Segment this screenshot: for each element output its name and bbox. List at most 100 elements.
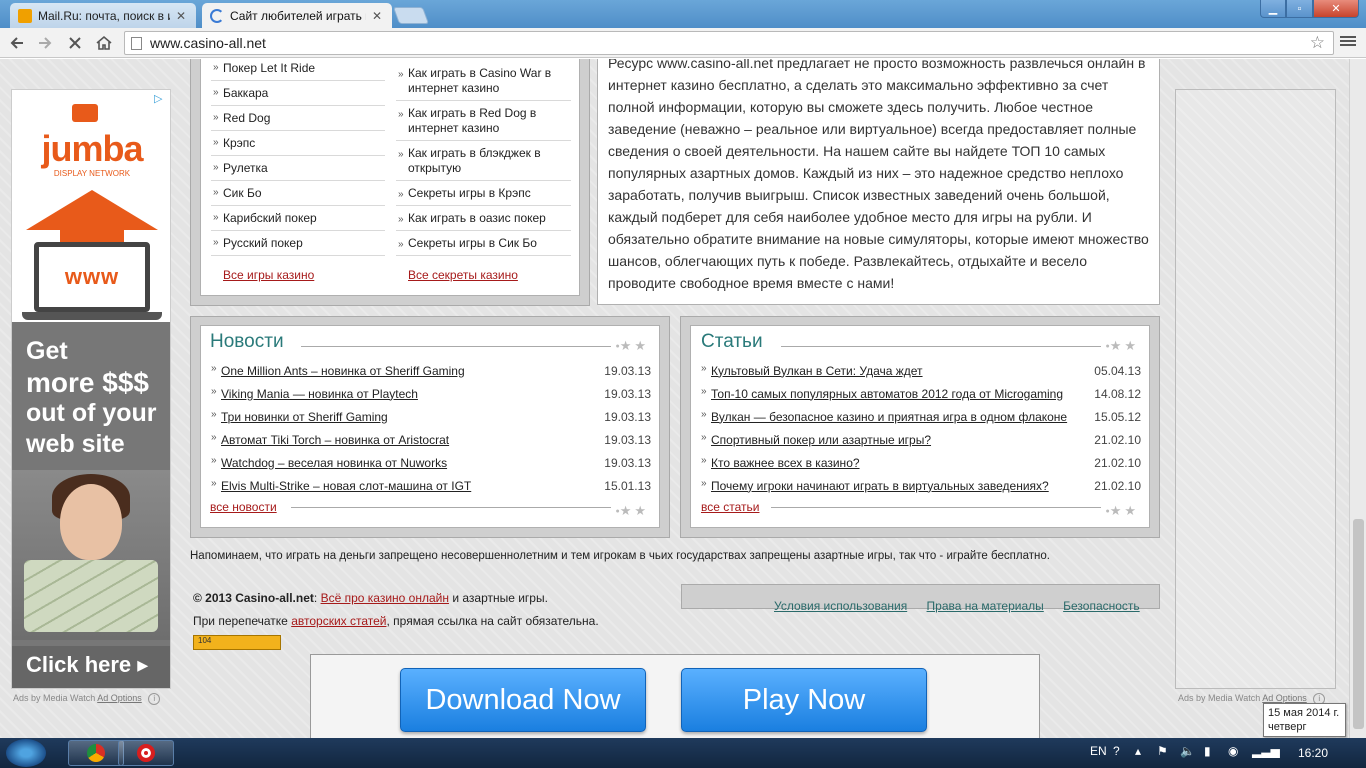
article-link[interactable]: Почему игроки начинают играть в виртуаль… <box>711 479 1049 493</box>
list-item[interactable]: Крэпс <box>211 131 385 156</box>
menu-item-label: Как играть в Red Dog в интернет казино <box>408 106 537 135</box>
copyright-colon: : <box>313 591 318 605</box>
list-item[interactable]: Русский покер <box>211 231 385 256</box>
article-link[interactable]: Спортивный покер или азартные игры? <box>711 433 931 447</box>
menu-item-label: Как играть в оазис покер <box>408 210 546 225</box>
ad-brand-sub: DISPLAY NETWORK <box>53 169 131 178</box>
home-button[interactable] <box>93 32 115 54</box>
menu-item-label: Секреты игры в Крэпс <box>408 185 531 200</box>
all-articles-link[interactable]: все статьи <box>701 500 759 514</box>
article-link[interactable]: Вулкан — безопасное казино и приятная иг… <box>711 410 1067 424</box>
taskbar-chrome[interactable] <box>68 740 124 766</box>
list-item[interactable]: Как играть в Casino War в интернет казин… <box>396 61 571 101</box>
news-link[interactable]: Watchdog – веселая новинка от Nuworks <box>221 456 447 470</box>
copyright-suffix: и азартные игры. <box>452 591 548 605</box>
flag-icon[interactable]: ⚑ <box>1157 744 1168 758</box>
opera-icon <box>137 744 155 762</box>
play-now-button[interactable]: Play Now <box>681 668 927 732</box>
stop-button[interactable] <box>64 32 86 54</box>
scrollbar-thumb[interactable] <box>1353 519 1364 729</box>
news-link[interactable]: One Million Ants – новинка от Sheriff Ga… <box>221 364 465 378</box>
close-tab-icon[interactable]: ✕ <box>372 9 382 23</box>
signal-icon[interactable]: ▂▃▅ <box>1252 744 1280 758</box>
news-link[interactable]: Три новинки от Sheriff Gaming <box>221 410 388 424</box>
new-tab-button[interactable] <box>392 7 430 24</box>
list-item[interactable]: Секреты игры в Сик Бо <box>396 231 571 256</box>
menu-item-label: Русский покер <box>223 236 303 250</box>
articles-box: Статьи ●★★ Культовый Вулкан в Сети: Удач… <box>690 325 1150 528</box>
article-date: 05.04.13 <box>1094 363 1141 378</box>
address-bar[interactable]: www.casino-all.net ☆ <box>124 31 1334 55</box>
language-indicator[interactable]: EN <box>1090 744 1107 758</box>
ad-options-link[interactable]: Ad Options <box>97 693 142 703</box>
rights-link[interactable]: Права на материалы <box>927 599 1044 613</box>
security-link[interactable]: Безопасность <box>1063 599 1140 613</box>
clock[interactable]: 16:20 <box>1298 746 1328 760</box>
close-window-button[interactable]: ✕ <box>1313 0 1359 18</box>
menu-item-label: Покер Let It Ride <box>223 61 316 75</box>
all-secrets-link[interactable]: Все секреты казино <box>408 268 518 282</box>
stop-icon <box>69 37 81 49</box>
list-item[interactable]: Как играть в блэкджек в открытую <box>396 141 571 181</box>
url-text: www.casino-all.net <box>150 35 266 51</box>
list-item[interactable]: Карибский покер <box>211 206 385 231</box>
menu-item-label: Как играть в Casino War в интернет казин… <box>408 66 552 95</box>
forward-button[interactable] <box>34 32 56 54</box>
list-item[interactable]: Баккара <box>211 81 385 106</box>
list-item[interactable]: Как играть в оазис покер <box>396 206 571 231</box>
ad-options-link[interactable]: Ad Options <box>1262 693 1307 703</box>
jumba-logo-icon <box>72 104 98 122</box>
article-link[interactable]: Кто важнее всех в казино? <box>711 456 860 470</box>
network-icon[interactable]: ◉ <box>1228 744 1238 758</box>
list-item[interactable]: Покер Let It Ride <box>211 59 385 81</box>
intro-panel: Ресурс www.casino-all.net предлагает не … <box>597 59 1160 305</box>
list-item[interactable]: Red Dog <box>211 106 385 131</box>
click-here-button[interactable]: Click here ▸ <box>12 646 170 688</box>
news-link[interactable]: Elvis Multi-Strike – новая слот-машина о… <box>221 479 471 493</box>
bookmark-star-icon[interactable]: ☆ <box>1310 33 1325 53</box>
windows-taskbar: EN ? ▴ ⚑ 🔈 ▮ ◉ ▂▃▅ 16:20 <box>0 738 1366 768</box>
list-item[interactable]: Сик Бо <box>211 181 385 206</box>
news-date: 19.03.13 <box>604 455 651 470</box>
left-ad-label: Ads by Media Watch Ad Options i <box>13 693 161 705</box>
taskbar-opera[interactable] <box>118 740 174 766</box>
author-articles-link[interactable]: авторских статей <box>291 614 386 628</box>
help-icon[interactable]: ? <box>1113 744 1120 758</box>
all-news-link[interactable]: все новости <box>210 500 277 514</box>
all-games-link[interactable]: Все игры казино <box>223 268 314 282</box>
page-scrollbar[interactable] <box>1349 59 1366 738</box>
list-item: Топ-10 самых популярных автоматов 2012 г… <box>701 382 1141 405</box>
secrets-list: Как играть в Casino War в интернет казин… <box>396 61 571 256</box>
tab-mailru[interactable]: Mail.Ru: почта, поиск в и ✕ <box>10 3 196 28</box>
chrome-menu-button[interactable] <box>1340 34 1356 50</box>
list-item[interactable]: Рулетка <box>211 156 385 181</box>
stars-icon: ●★★ <box>1105 503 1139 518</box>
visitor-counter[interactable]: 104 <box>193 635 281 650</box>
tab-casino[interactable]: Сайт любителей играть в ✕ <box>202 3 392 28</box>
volume-icon[interactable]: 🔈 <box>1180 744 1195 758</box>
chevron-up-icon[interactable]: ▴ <box>1135 744 1141 758</box>
list-item: One Million Ants – новинка от Sheriff Ga… <box>211 359 651 382</box>
about-casino-link[interactable]: Всё про казино онлайн <box>321 591 449 605</box>
laptop-screen-text: www <box>64 264 120 289</box>
article-link[interactable]: Культовый Вулкан в Сети: Удача ждет <box>711 364 923 378</box>
download-now-button[interactable]: Download Now <box>400 668 646 732</box>
left-banner-ad[interactable]: ▷ jumba DISPLAY NETWORK www Get more $$$… <box>11 89 171 689</box>
list-item[interactable]: Как играть в Red Dog в интернет казино <box>396 101 571 141</box>
news-link[interactable]: Viking Mania — новинка от Playtech <box>221 387 418 401</box>
minimize-button[interactable]: ▁ <box>1260 0 1286 18</box>
power-icon[interactable]: ▮ <box>1204 744 1211 758</box>
info-icon[interactable]: i <box>148 693 161 705</box>
right-banner-ad[interactable] <box>1175 89 1336 689</box>
article-link[interactable]: Топ-10 самых популярных автоматов 2012 г… <box>711 387 1063 401</box>
back-button[interactable] <box>6 32 28 54</box>
maximize-button[interactable]: ▫ <box>1286 0 1313 18</box>
list-item[interactable]: Секреты игры в Крэпс <box>396 181 571 206</box>
terms-link[interactable]: Условия использования <box>774 599 907 613</box>
news-link[interactable]: Автомат Tiki Torch – новинка от Aristocr… <box>221 433 449 447</box>
laptop-icon: www <box>34 242 150 312</box>
adchoices-icon[interactable]: ▷ <box>154 92 168 106</box>
close-tab-icon[interactable]: ✕ <box>176 9 186 23</box>
news-date: 19.03.13 <box>604 432 651 447</box>
start-button[interactable] <box>6 739 46 767</box>
